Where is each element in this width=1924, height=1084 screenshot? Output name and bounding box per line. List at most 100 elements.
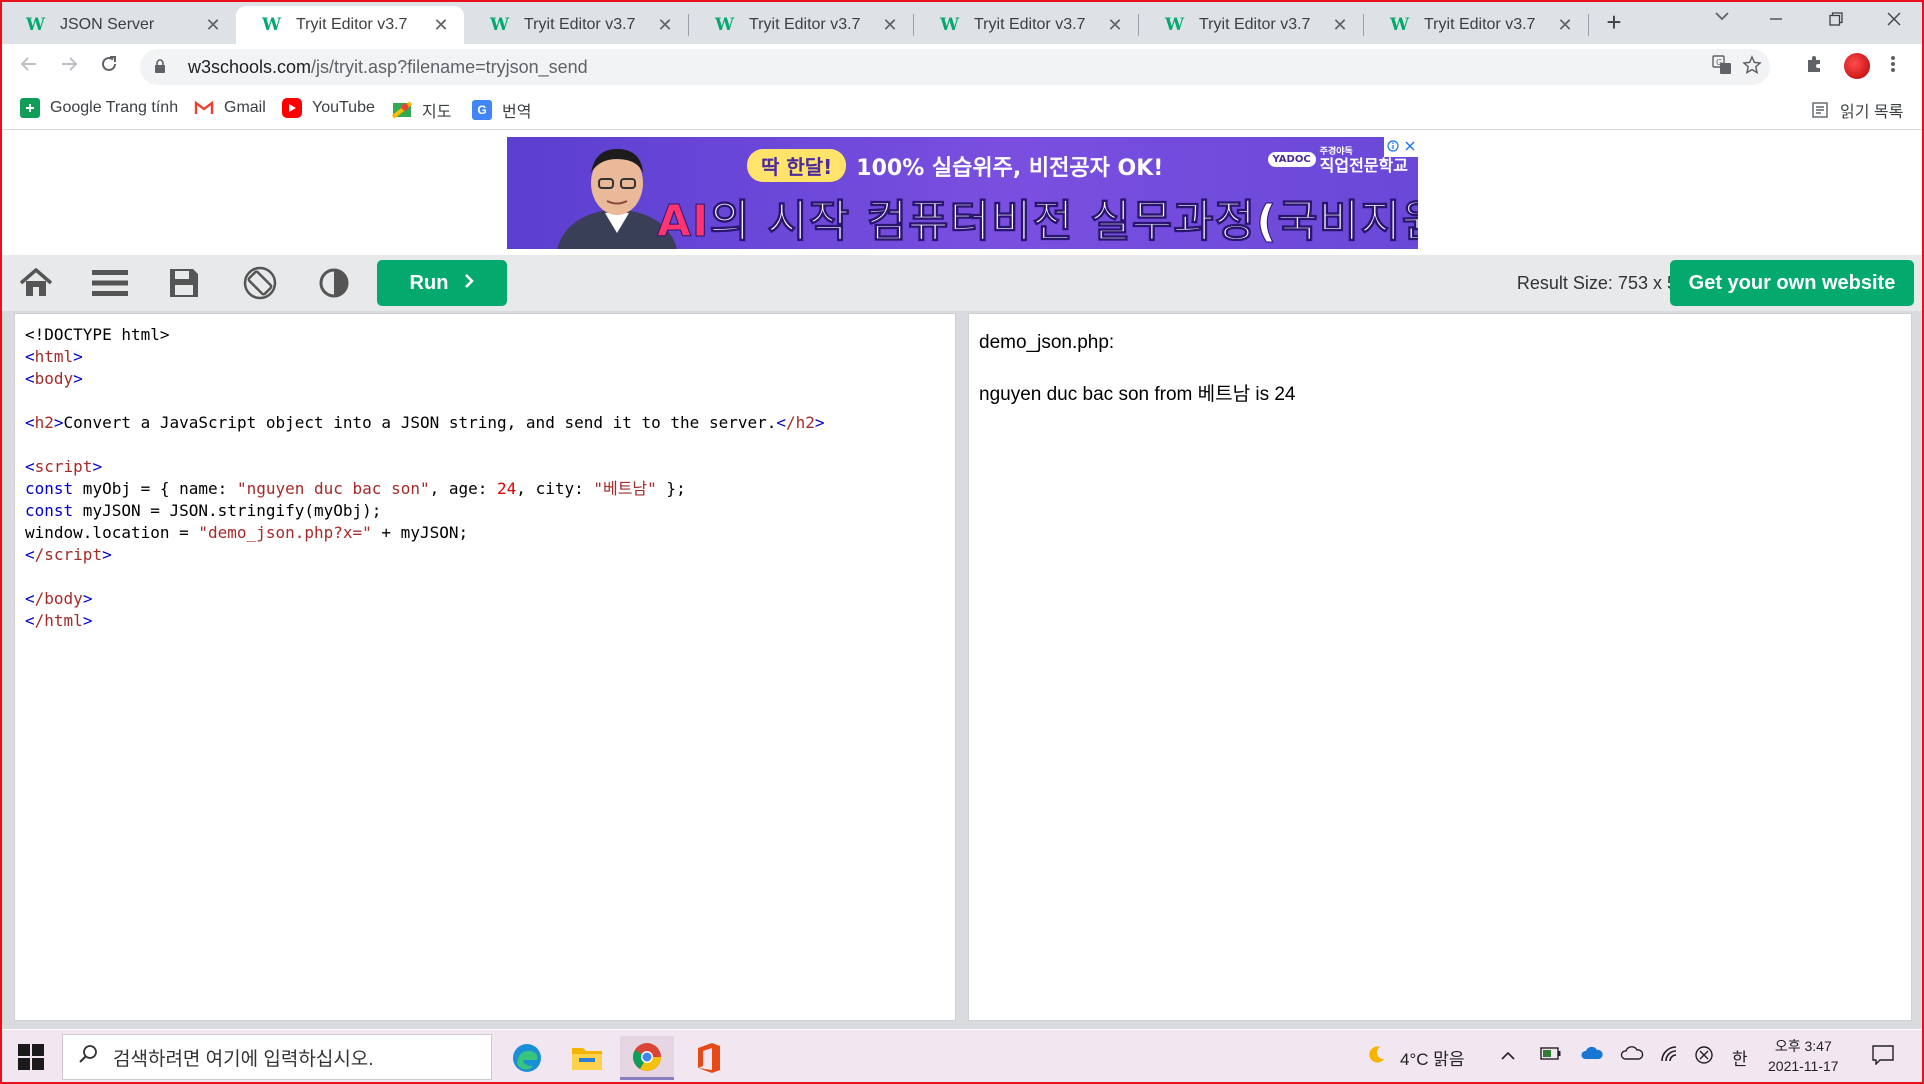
bookmark-google-sheets[interactable]: Google Trang tính: [20, 98, 178, 118]
profile-avatar[interactable]: [1844, 53, 1870, 79]
taskbar-search[interactable]: 검색하려면 여기에 입력하십시오.: [62, 1034, 492, 1080]
code-tag: h2: [34, 413, 54, 432]
edge-icon[interactable]: [500, 1036, 554, 1080]
home-icon[interactable]: [16, 265, 56, 301]
close-icon[interactable]: ✕: [879, 15, 901, 36]
bookmark-youtube[interactable]: YouTube: [282, 98, 375, 118]
tab-separator: [1588, 14, 1589, 36]
tab-tryit[interactable]: W Tryit Editor v3.7 ✕: [1139, 6, 1363, 44]
reload-icon[interactable]: [94, 52, 124, 82]
file-explorer-icon[interactable]: [560, 1036, 614, 1080]
code-line: window.location = "demo_json.php?x=" + m…: [25, 522, 955, 544]
clock-date: 2021-11-17: [1768, 1058, 1839, 1074]
code-string: "베트남": [593, 479, 657, 498]
minimize-icon[interactable]: [1748, 0, 1804, 40]
maps-icon: [392, 100, 412, 120]
tab-search-icon[interactable]: [1710, 8, 1734, 26]
ad-choices[interactable]: [1384, 137, 1418, 157]
ad-close-icon[interactable]: [1405, 140, 1415, 154]
run-button[interactable]: Run: [377, 260, 507, 306]
office-icon[interactable]: [682, 1036, 736, 1080]
url-path: /js/tryit.asp?filename=tryjson_send: [311, 56, 588, 77]
bookmark-star-icon[interactable]: [1742, 55, 1762, 81]
translate-page-icon[interactable]: G: [1712, 55, 1732, 81]
code-tag: /script: [34, 545, 103, 564]
tab-title: Tryit Editor v3.7: [749, 16, 861, 33]
code-keyword: const: [25, 501, 74, 520]
bookmark-gmail[interactable]: Gmail: [194, 98, 266, 118]
code-string: "demo_json.php?x=": [198, 523, 372, 542]
ad-main-ai: AI: [656, 196, 710, 248]
code-keyword: const: [25, 479, 74, 498]
save-icon[interactable]: [164, 265, 204, 301]
code-line: const myJSON = JSON.stringify(myObj);: [25, 500, 955, 522]
bookmark-maps[interactable]: 지도: [392, 98, 451, 122]
new-tab-button[interactable]: +: [1600, 8, 1628, 36]
close-icon[interactable]: ✕: [430, 15, 452, 36]
code-editor[interactable]: <!DOCTYPE html> <html> <body> <h2>Convert a…: [14, 313, 956, 1021]
code-text: window.location =: [25, 523, 199, 542]
url-text[interactable]: w3schools.com/js/tryit.asp?filename=tryj…: [188, 57, 588, 78]
lock-icon[interactable]: [154, 58, 174, 76]
tab-tryit[interactable]: W Tryit Editor v3.7 ✕: [1364, 6, 1588, 44]
close-icon[interactable]: ✕: [1329, 15, 1351, 36]
bookmark-translate[interactable]: G 번역: [472, 98, 531, 122]
more-menu-icon[interactable]: [1890, 54, 1896, 80]
volume-muted-icon[interactable]: [1694, 1045, 1714, 1070]
tab-tryit[interactable]: W Tryit Editor v3.7 ✕: [914, 6, 1138, 44]
system-clock[interactable]: 오후 3:47 2021-11-17: [1768, 1036, 1839, 1076]
tab-title: Tryit Editor v3.7: [1199, 16, 1311, 33]
weather-moon-icon[interactable]: [1366, 1045, 1386, 1070]
code-text: myJSON = JSON.stringify(myObj);: [73, 501, 382, 520]
restore-icon[interactable]: [1808, 0, 1864, 40]
close-icon[interactable]: ✕: [1554, 15, 1576, 36]
bookmark-label: 번역: [502, 104, 532, 121]
address-bar[interactable]: w3schools.com/js/tryit.asp?filename=tryj…: [140, 49, 1770, 85]
tab-tryit[interactable]: W Tryit Editor v3.7 ✕: [689, 6, 913, 44]
svg-text:G: G: [1716, 58, 1722, 67]
close-icon[interactable]: ✕: [202, 15, 224, 36]
get-website-button[interactable]: Get your own website: [1670, 260, 1914, 306]
ime-indicator[interactable]: 한: [1732, 1045, 1748, 1070]
w3schools-icon: W: [715, 15, 735, 35]
network-icon[interactable]: [1660, 1045, 1682, 1068]
extensions-icon[interactable]: [1804, 54, 1824, 80]
close-icon[interactable]: ✕: [654, 15, 676, 36]
forward-icon[interactable]: [54, 52, 84, 82]
close-icon[interactable]: ✕: [1104, 15, 1126, 36]
notification-icon[interactable]: [1872, 1045, 1894, 1070]
tab-tryit-active[interactable]: W Tryit Editor v3.7 ✕: [236, 6, 464, 44]
dark-mode-icon[interactable]: [314, 265, 354, 301]
onedrive-sync-icon[interactable]: [1580, 1045, 1604, 1068]
tab-tryit[interactable]: W Tryit Editor v3.7 ✕: [464, 6, 688, 44]
windows-start-icon[interactable]: [18, 1044, 44, 1070]
rotate-layout-icon[interactable]: [240, 265, 280, 301]
ad-banner[interactable]: 딱 한달! 100% 실습위주, 비전공자 OK! AI의 시작 컴퓨터비전 실…: [507, 137, 1418, 249]
w3schools-icon: W: [490, 15, 510, 35]
clock-time: 오후 3:47: [1774, 1038, 1832, 1054]
back-icon[interactable]: [14, 52, 44, 82]
code-line: <script>: [25, 457, 103, 476]
code-line: const myObj = { name: "nguyen duc bac so…: [25, 478, 955, 500]
window-close-icon[interactable]: [1866, 0, 1922, 40]
code-line: <html>: [25, 347, 83, 366]
weather-text[interactable]: 4°C 맑음: [1400, 1045, 1465, 1070]
code-line: <!DOCTYPE html>: [25, 324, 955, 346]
tab-strip: W JSON Server ✕ W Tryit Editor v3.7 ✕ W …: [0, 0, 1924, 44]
ad-info-icon[interactable]: [1387, 139, 1399, 155]
tab-title: JSON Server: [60, 16, 155, 33]
url-host: w3schools.com: [188, 56, 312, 77]
bookmark-label: Gmail: [224, 99, 266, 116]
tab-json-server[interactable]: W JSON Server ✕: [0, 6, 236, 44]
chrome-icon[interactable]: [620, 1036, 674, 1080]
code-text: };: [656, 479, 686, 498]
battery-icon[interactable]: [1540, 1045, 1562, 1066]
reading-list[interactable]: 읽기 목록: [1810, 98, 1903, 122]
code-line: </html>: [25, 611, 93, 630]
cloud-icon[interactable]: [1620, 1045, 1644, 1066]
menu-icon[interactable]: [90, 265, 130, 301]
tray-chevron-up-icon[interactable]: [1500, 1045, 1516, 1065]
search-icon: [63, 1044, 113, 1070]
